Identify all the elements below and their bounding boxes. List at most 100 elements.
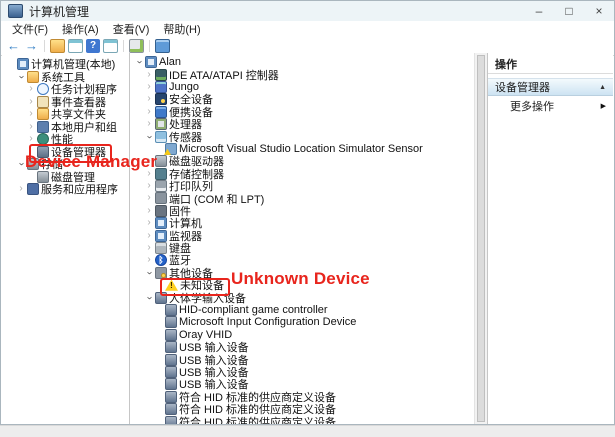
chevron-collapsed-icon[interactable]: › bbox=[144, 107, 154, 117]
chevron-collapsed-icon[interactable]: › bbox=[26, 122, 36, 132]
device-tree: ›Alan›IDE ATA/ATAPI 控制器›Jungo›安全设备›便携设备›… bbox=[130, 56, 487, 424]
sensors-icon bbox=[155, 131, 167, 143]
jungo-icon bbox=[155, 81, 167, 93]
print-queues-icon bbox=[155, 180, 167, 192]
chevron-collapsed-icon[interactable]: › bbox=[144, 218, 154, 228]
annotation-box-unknown-device bbox=[160, 278, 230, 296]
actions-group-device-manager[interactable]: 设备管理器 ▲ bbox=[488, 78, 613, 96]
actions-group-label: 设备管理器 bbox=[495, 79, 550, 95]
scrollbar-thumb[interactable] bbox=[477, 55, 485, 422]
collapse-chevron-icon[interactable]: ▲ bbox=[599, 84, 606, 91]
portable-devices-icon bbox=[155, 106, 167, 118]
actions-pane: 操作 设备管理器 ▲ 更多操作 ▶ bbox=[487, 53, 613, 424]
annotation-label-device-manager: Device Manager bbox=[25, 152, 157, 172]
console-tree-icon[interactable] bbox=[68, 39, 83, 53]
folder-icon[interactable] bbox=[50, 39, 65, 53]
chevron-collapsed-icon[interactable]: › bbox=[26, 97, 36, 107]
back-icon[interactable]: ← bbox=[6, 39, 21, 53]
more-actions-item[interactable]: 更多操作 ▶ bbox=[488, 96, 613, 116]
chevron-collapsed-icon[interactable]: › bbox=[26, 109, 36, 119]
close-button[interactable]: × bbox=[584, 1, 614, 21]
chevron-collapsed-icon[interactable]: › bbox=[144, 255, 154, 265]
remote-desktop-icon[interactable] bbox=[155, 39, 170, 53]
toolbar-separator bbox=[149, 40, 150, 52]
tree-row[interactable]: ›HID-compliant game controller bbox=[130, 304, 487, 316]
tree-row[interactable]: › 服务和应用程序 bbox=[2, 183, 129, 196]
chevron-collapsed-icon[interactable]: › bbox=[16, 184, 26, 194]
chevron-expanded-icon[interactable]: › bbox=[144, 268, 154, 278]
menu-bar: 文件(F)操作(A)查看(V)帮助(H) bbox=[1, 21, 614, 37]
hid-device-icon bbox=[165, 341, 177, 353]
tree-row-label: HID-compliant game controller bbox=[179, 304, 328, 316]
menu-item[interactable]: 帮助(H) bbox=[156, 21, 207, 37]
chevron-collapsed-icon[interactable]: › bbox=[144, 70, 154, 80]
local-users-groups-icon bbox=[37, 121, 49, 133]
chevron-collapsed-icon[interactable]: › bbox=[144, 94, 154, 104]
menu-item[interactable]: 查看(V) bbox=[106, 21, 157, 37]
chevron-collapsed-icon[interactable]: › bbox=[144, 231, 154, 241]
toolbar-separator bbox=[44, 40, 45, 52]
hid-device-icon bbox=[165, 391, 177, 403]
hid-device-icon bbox=[165, 416, 177, 424]
computer-management-window: 计算机管理 – □ × 文件(F)操作(A)查看(V)帮助(H) ←→? ›计算… bbox=[0, 0, 615, 437]
chevron-expanded-icon[interactable]: › bbox=[134, 57, 144, 67]
tree-row[interactable]: ›Microsoft Input Configuration Device bbox=[130, 316, 487, 328]
system-tools-icon bbox=[27, 71, 39, 83]
chevron-collapsed-icon[interactable]: › bbox=[144, 181, 154, 191]
vertical-scrollbar[interactable] bbox=[474, 53, 487, 424]
tree-row[interactable]: ›符合 HID 标准的供应商定义设备 bbox=[130, 415, 487, 424]
tree-row-label: 服务和应用程序 bbox=[41, 181, 118, 197]
menu-item[interactable]: 文件(F) bbox=[5, 21, 55, 37]
chevron-expanded-icon[interactable]: › bbox=[16, 72, 26, 82]
scan-hardware-changes-icon[interactable] bbox=[129, 39, 144, 53]
chevron-collapsed-icon[interactable]: › bbox=[26, 84, 36, 94]
hid-device-icon bbox=[165, 316, 177, 328]
tree-row-label: Microsoft Input Configuration Device bbox=[179, 316, 356, 328]
hid-device-icon bbox=[165, 329, 177, 341]
content-area: ›计算机管理(本地)›系统工具›任务计划程序›事件查看器›共享文件夹›本地用户和… bbox=[2, 53, 613, 424]
computer-management-icon bbox=[17, 58, 29, 70]
hid-device-icon bbox=[165, 304, 177, 316]
chevron-collapsed-icon[interactable]: › bbox=[144, 119, 154, 129]
title-bar: 计算机管理 – □ × bbox=[1, 1, 614, 21]
disk-management-icon bbox=[37, 171, 49, 183]
window-title: 计算机管理 bbox=[29, 3, 89, 20]
maximize-button[interactable]: □ bbox=[554, 1, 584, 21]
bottom-strip bbox=[0, 425, 615, 437]
annotation-label-unknown-device: Unknown Device bbox=[231, 269, 370, 289]
monitors-icon bbox=[155, 230, 167, 242]
tree-row[interactable]: ›IDE ATA/ATAPI 控制器 bbox=[130, 68, 487, 80]
chevron-expanded-icon[interactable]: › bbox=[144, 293, 154, 303]
computer-management-app-icon bbox=[8, 4, 23, 18]
window-controls: – □ × bbox=[524, 1, 614, 21]
hid-device-icon bbox=[165, 354, 177, 366]
sensor-warning-icon bbox=[165, 143, 177, 155]
chevron-collapsed-icon[interactable]: › bbox=[26, 134, 36, 144]
tree-row[interactable]: ›传感器 bbox=[130, 130, 487, 142]
chevron-collapsed-icon[interactable]: › bbox=[144, 206, 154, 216]
computer-category-icon bbox=[155, 217, 167, 229]
keyboards-icon bbox=[155, 242, 167, 254]
processors-icon bbox=[155, 118, 167, 130]
shared-folders-icon bbox=[37, 108, 49, 120]
forward-icon[interactable]: → bbox=[24, 39, 39, 53]
minimize-button[interactable]: – bbox=[524, 1, 554, 21]
hid-device-icon bbox=[165, 403, 177, 415]
help-icon[interactable]: ? bbox=[86, 39, 100, 53]
actions-pane-title: 操作 bbox=[488, 53, 613, 74]
security-devices-icon bbox=[155, 93, 167, 105]
properties-window-icon[interactable] bbox=[103, 39, 118, 53]
computer-icon bbox=[145, 56, 157, 68]
chevron-collapsed-icon[interactable]: › bbox=[144, 82, 154, 92]
services-applications-icon bbox=[27, 183, 39, 195]
chevron-expanded-icon[interactable]: › bbox=[144, 132, 154, 142]
event-viewer-icon bbox=[37, 96, 49, 108]
hid-device-icon bbox=[165, 366, 177, 378]
task-scheduler-icon bbox=[37, 83, 49, 95]
chevron-collapsed-icon[interactable]: › bbox=[144, 193, 154, 203]
window-chrome: 计算机管理 – □ × 文件(F)操作(A)查看(V)帮助(H) ←→? ›计算… bbox=[0, 0, 615, 425]
menu-item[interactable]: 操作(A) bbox=[55, 21, 106, 37]
chevron-collapsed-icon[interactable]: › bbox=[144, 243, 154, 253]
hid-device-icon bbox=[165, 378, 177, 390]
console-tree-pane: ›计算机管理(本地)›系统工具›任务计划程序›事件查看器›共享文件夹›本地用户和… bbox=[2, 53, 130, 424]
